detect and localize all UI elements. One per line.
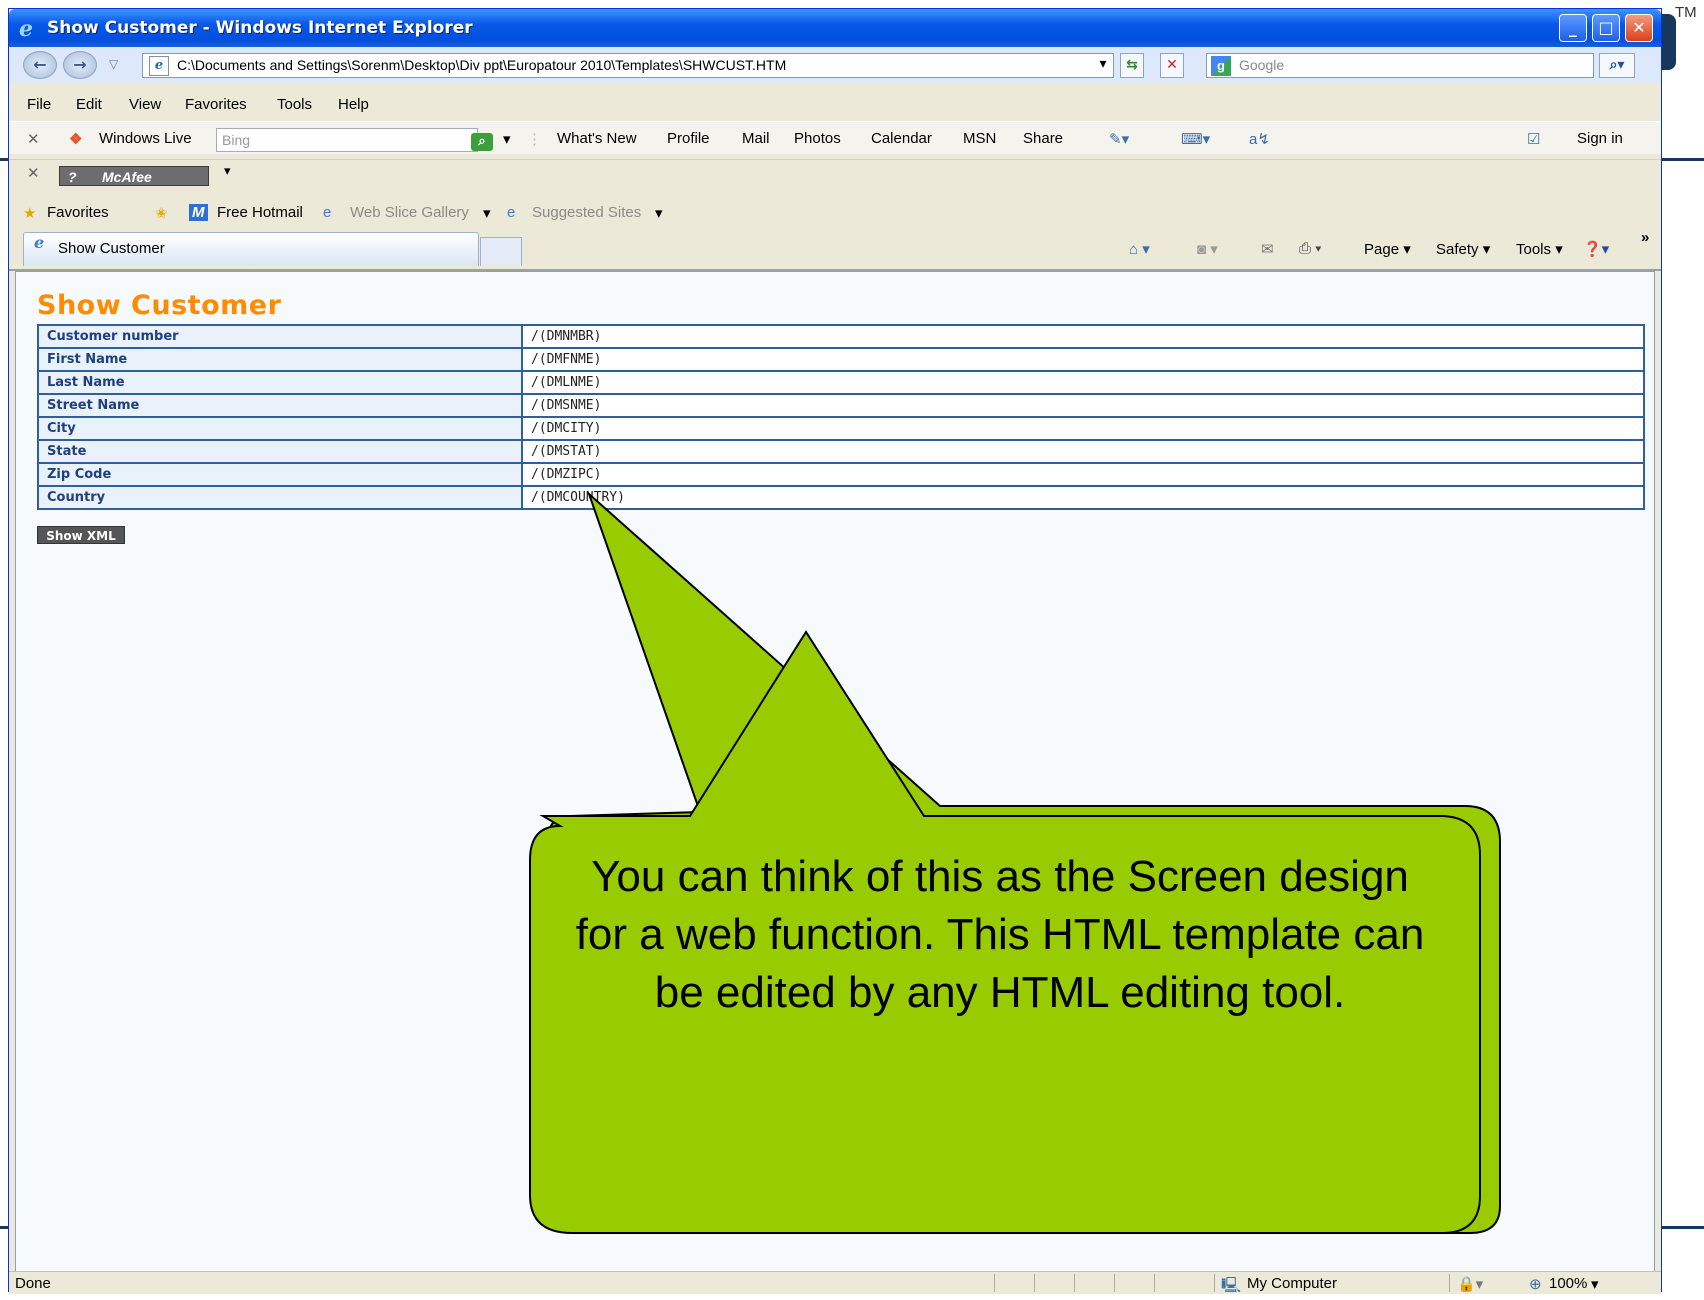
callout-shape	[529, 490, 1501, 1234]
callout-text: You can think of this as the Screen desi…	[575, 852, 1425, 1017]
